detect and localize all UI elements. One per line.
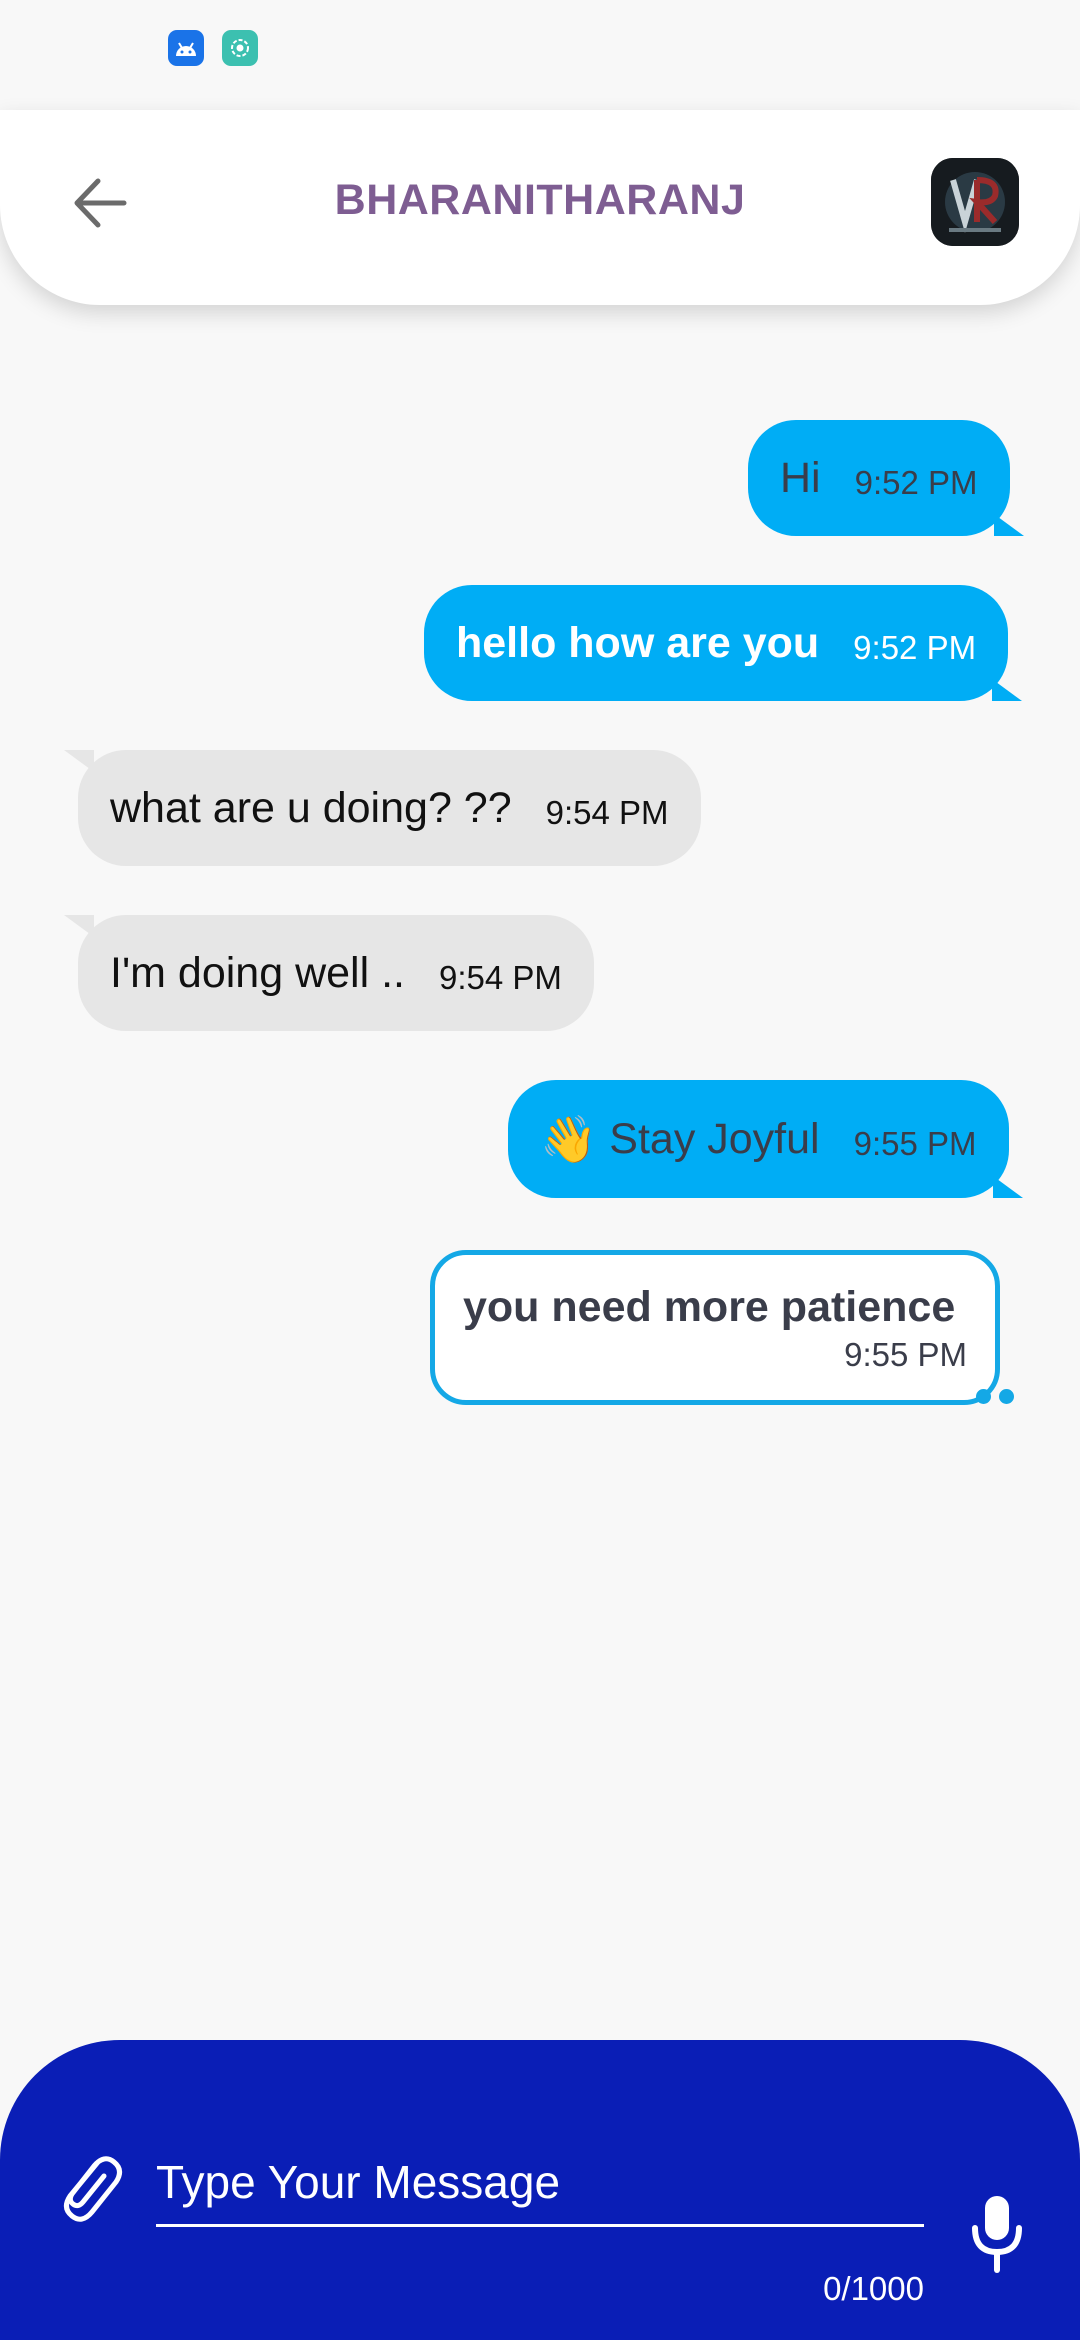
message-time: 9:54 PM (439, 959, 562, 996)
sent-message[interactable]: Hi 9:52 PM (748, 420, 1024, 536)
sent-message[interactable]: 👋 Stay Joyful 9:55 PM (508, 1080, 1023, 1198)
sending-indicator-icon (976, 1389, 1022, 1409)
message-text: hello how are you (456, 619, 820, 667)
message-time: 9:52 PM (853, 629, 977, 666)
contact-avatar[interactable] (931, 158, 1019, 246)
message-text: Hi (780, 454, 821, 502)
pending-message[interactable]: you need more patience 9:55 PM (430, 1250, 1000, 1405)
message-text: what are u doing? ?? (110, 784, 512, 832)
message-time: 9:52 PM (854, 464, 978, 501)
microphone-button[interactable] (964, 2190, 1030, 2278)
chat-header: BHARANITHARANJ (0, 110, 1080, 305)
profile-avatar (931, 158, 1019, 246)
message-text: you need more patience (463, 1283, 956, 1331)
received-message[interactable]: I'm doing well .. 9:54 PM (64, 915, 594, 1031)
waving-hand-emoji: 👋 (540, 1113, 598, 1165)
android-icon (168, 30, 204, 66)
received-message[interactable]: what are u doing? ?? 9:54 PM (64, 750, 701, 866)
sent-message[interactable]: hello how are you 9:52 PM (424, 585, 1023, 701)
message-input[interactable] (156, 2140, 924, 2227)
contact-name: BHARANITHARANJ (334, 176, 746, 224)
message-composer: 0/1000 (0, 2040, 1080, 2340)
message-text: Stay Joyful (609, 1115, 820, 1163)
message-time: 9:54 PM (545, 794, 669, 831)
screen-record-icon (222, 30, 258, 66)
message-text: I'm doing well .. (110, 949, 405, 997)
attach-button[interactable] (50, 2140, 130, 2228)
microphone-icon (972, 2196, 1022, 2273)
status-bar (0, 0, 1080, 100)
message-time: 9:55 PM (844, 1336, 967, 1373)
paperclip-icon (64, 2156, 122, 2222)
character-counter: 0/1000 (823, 2270, 924, 2307)
message-time: 9:55 PM (853, 1125, 977, 1162)
